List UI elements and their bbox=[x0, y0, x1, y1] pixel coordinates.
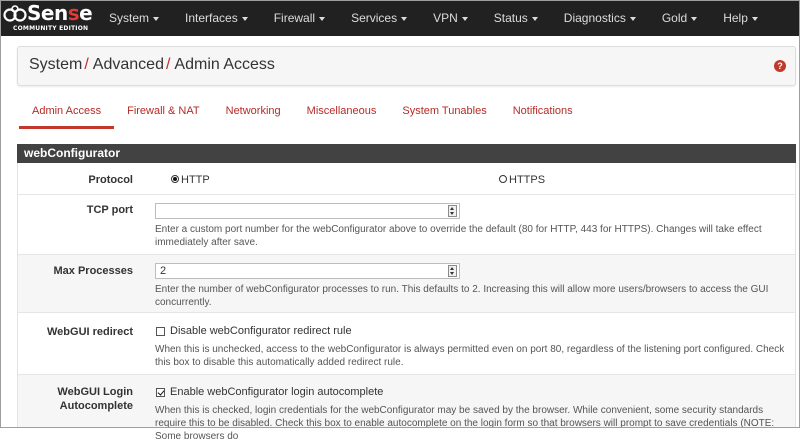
caret-down-icon bbox=[401, 16, 408, 21]
login-autocomplete-row: WebGUI Login Autocomplete Enable webConf… bbox=[18, 375, 795, 442]
tab-system-tunables[interactable]: System Tunables bbox=[389, 96, 499, 126]
question-circle-icon[interactable]: ? bbox=[774, 60, 786, 72]
nav-gold[interactable]: Gold bbox=[649, 0, 710, 36]
caret-down-icon bbox=[531, 16, 538, 21]
top-navbar: Sense COMMUNITY EDITION System Interface… bbox=[0, 0, 800, 36]
tcp-port-label: TCP port bbox=[86, 204, 133, 216]
tcp-port-help: Enter a custom port number for the webCo… bbox=[155, 224, 762, 248]
protocol-https-label[interactable]: HTTPS bbox=[509, 174, 545, 186]
webgui-redirect-checkbox[interactable] bbox=[156, 327, 165, 336]
protocol-label: Protocol bbox=[88, 174, 133, 186]
spin-down-icon bbox=[450, 272, 454, 275]
caret-down-icon bbox=[751, 16, 758, 21]
tcp-port-row: TCP port Enter a custom port number for … bbox=[18, 195, 795, 255]
caret-down-icon bbox=[319, 16, 326, 21]
breadcrumb-advanced[interactable]: Advanced bbox=[93, 56, 164, 73]
nav-system[interactable]: System bbox=[96, 0, 172, 36]
breadcrumb: System / Advanced / Admin Access bbox=[29, 56, 275, 74]
section-title: webConfigurator bbox=[17, 144, 796, 163]
tab-notifications[interactable]: Notifications bbox=[500, 96, 586, 126]
login-autocomplete-label-line2: Autocomplete bbox=[59, 400, 133, 412]
caret-down-icon bbox=[691, 16, 698, 21]
breadcrumb-panel: System / Advanced / Admin Access ? bbox=[17, 46, 796, 86]
login-autocomplete-help: When this is checked, login credentials … bbox=[155, 405, 775, 442]
spin-up-icon bbox=[450, 207, 454, 210]
tcp-port-input[interactable] bbox=[155, 203, 460, 219]
caret-down-icon bbox=[461, 16, 468, 21]
brand-logo[interactable]: Sense COMMUNITY EDITION bbox=[3, 1, 93, 33]
nav-interfaces[interactable]: Interfaces bbox=[172, 0, 261, 36]
nav-vpn[interactable]: VPN bbox=[420, 0, 481, 36]
breadcrumb-system[interactable]: System bbox=[29, 56, 82, 73]
brand-edition: COMMUNITY EDITION bbox=[13, 25, 89, 32]
tcp-port-spinner[interactable] bbox=[448, 205, 457, 217]
breadcrumb-admin-access: Admin Access bbox=[174, 56, 275, 73]
login-autocomplete-label: WebGUI Login Autocomplete bbox=[57, 385, 133, 413]
webgui-redirect-row: WebGUI redirect Disable webConfigurator … bbox=[18, 313, 795, 375]
nav-firewall[interactable]: Firewall bbox=[261, 0, 338, 36]
protocol-row: Protocol HTTP HTTPS bbox=[18, 163, 795, 195]
caret-down-icon bbox=[241, 16, 248, 21]
max-processes-help: Enter the number of webConfigurator proc… bbox=[155, 284, 769, 308]
spin-down-icon bbox=[450, 212, 454, 215]
protocol-http-label[interactable]: HTTP bbox=[181, 174, 210, 186]
spin-up-icon bbox=[450, 267, 454, 270]
tab-admin-access[interactable]: Admin Access bbox=[19, 96, 115, 129]
nav-help[interactable]: Help bbox=[710, 0, 771, 36]
max-processes-input[interactable] bbox=[155, 263, 460, 279]
login-autocomplete-checkbox-label[interactable]: Enable webConfigurator login autocomplet… bbox=[170, 386, 383, 398]
tab-bar: Admin Access Firewall & NAT Networking M… bbox=[19, 96, 586, 129]
brand-name: Sense bbox=[27, 1, 93, 25]
webconfigurator-form: Protocol HTTP HTTPS TCP port Enter a cus… bbox=[17, 163, 796, 442]
max-processes-spinner[interactable] bbox=[448, 265, 457, 277]
webgui-redirect-label: WebGUI redirect bbox=[47, 326, 133, 338]
nav-status[interactable]: Status bbox=[481, 0, 551, 36]
max-processes-label: Max Processes bbox=[53, 265, 134, 277]
caret-down-icon bbox=[629, 16, 636, 21]
tab-miscellaneous[interactable]: Miscellaneous bbox=[294, 96, 390, 126]
main-menu: System Interfaces Firewall Services VPN … bbox=[96, 0, 771, 36]
tab-networking[interactable]: Networking bbox=[213, 96, 294, 126]
max-processes-row: Max Processes Enter the number of webCon… bbox=[18, 255, 795, 313]
breadcrumb-separator: / bbox=[84, 56, 89, 73]
protocol-http-radio[interactable] bbox=[171, 175, 179, 183]
protocol-https-radio[interactable] bbox=[499, 175, 507, 183]
webgui-redirect-help: When this is unchecked, access to the we… bbox=[155, 344, 785, 368]
webgui-redirect-checkbox-label[interactable]: Disable webConfigurator redirect rule bbox=[170, 325, 352, 337]
nav-diagnostics[interactable]: Diagnostics bbox=[551, 0, 649, 36]
breadcrumb-separator: / bbox=[165, 56, 171, 73]
login-autocomplete-label-line1: WebGUI Login bbox=[57, 386, 133, 398]
nav-services[interactable]: Services bbox=[338, 0, 420, 36]
caret-down-icon bbox=[153, 16, 160, 21]
login-autocomplete-checkbox[interactable] bbox=[156, 388, 165, 397]
tab-firewall-nat[interactable]: Firewall & NAT bbox=[114, 96, 213, 126]
pfsense-logo-icon bbox=[3, 5, 27, 22]
